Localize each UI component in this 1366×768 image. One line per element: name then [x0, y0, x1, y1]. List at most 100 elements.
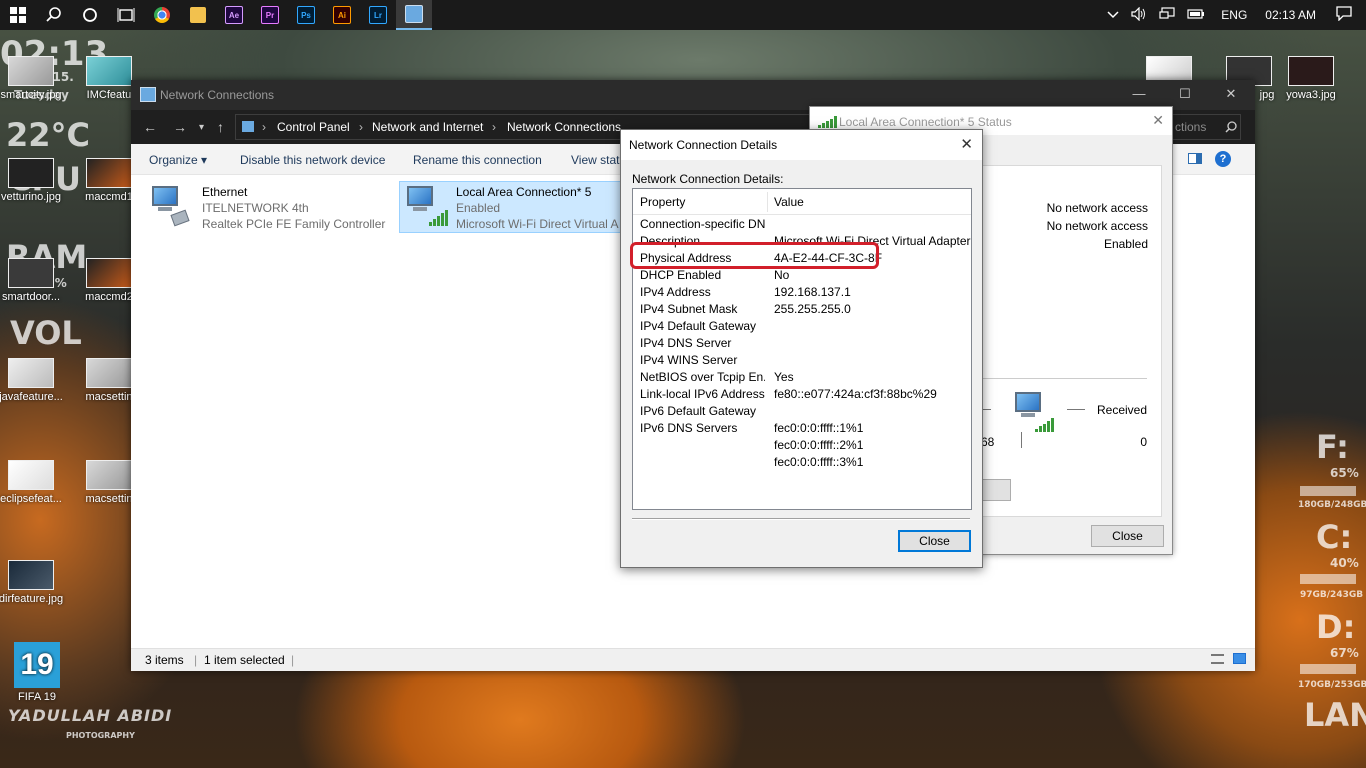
details-list[interactable]: Property Value Connection-specific DN...…	[632, 188, 972, 510]
fifa-icon: 19	[14, 642, 60, 688]
list-item[interactable]: fec0:0:0:ffff::2%1	[633, 436, 971, 453]
dialog-titlebar[interactable]: Network Connection Details ✕	[621, 130, 982, 160]
recent-dropdown-button[interactable]: ▾	[199, 122, 204, 133]
close-button[interactable]: ✕	[1152, 112, 1164, 129]
property-value: 192.168.137.1	[774, 285, 851, 299]
task-view-button[interactable]	[108, 0, 144, 30]
breadcrumb-network-connections[interactable]: Network Connections	[507, 120, 621, 134]
change-view-icon[interactable]	[1188, 153, 1202, 164]
f-drive-meter	[1300, 486, 1356, 496]
help-icon[interactable]: ?	[1215, 151, 1231, 167]
d-drive-meter	[1300, 664, 1356, 674]
connection-ethernet[interactable]: Ethernet ITELNETWORK 4th Realtek PCIe FE…	[148, 184, 398, 234]
maximize-button[interactable]: ☐	[1175, 86, 1195, 102]
control-panel-icon	[140, 87, 156, 102]
list-item[interactable]: fec0:0:0:ffff::3%1	[633, 453, 971, 470]
back-button[interactable]: ←	[143, 119, 157, 135]
taskbar-app-premiere[interactable]: Pr	[252, 0, 288, 30]
property-name: IPv4 Default Gateway	[640, 319, 757, 333]
desktop-icon-fifa19[interactable]: 19 FIFA 19	[2, 642, 72, 703]
details-view-icon[interactable]	[1211, 654, 1224, 664]
taskbar-app-illustrator[interactable]: Ai	[324, 0, 360, 30]
temperature-widget: 22°C	[6, 116, 91, 154]
desktop-icon-javafeature[interactable]: javafeature...	[0, 358, 66, 403]
rename-connection-button[interactable]: Rename this connection	[413, 153, 542, 167]
tiles-view-icon[interactable]	[1233, 653, 1246, 664]
control-panel-icon	[405, 5, 423, 23]
connection-local-area-5[interactable]: Local Area Connection* 5 Enabled Microso…	[399, 181, 621, 233]
image-thumbnail	[86, 158, 132, 188]
desktop-icon-label: smartcity.jpg	[0, 89, 62, 101]
taskbar-app-photoshop[interactable]: Ps	[288, 0, 324, 30]
search-button[interactable]	[36, 0, 72, 30]
media-state: Enabled	[1103, 237, 1148, 251]
list-item[interactable]: IPv6 Default Gateway	[633, 402, 971, 419]
breadcrumb-control-panel[interactable]: Control Panel	[277, 120, 350, 134]
property-value: 255.255.255.0	[774, 302, 851, 316]
lan-widget: LAN	[1304, 696, 1366, 734]
desktop-icon-label: macsettin	[85, 391, 133, 403]
network-icon[interactable]	[1153, 6, 1181, 24]
ipv4-connectivity: No network access	[1046, 201, 1148, 215]
desktop-icon-eclipsefeature[interactable]: eclipsefeat...	[0, 460, 66, 505]
battery-icon[interactable]	[1181, 8, 1211, 23]
cortana-button[interactable]	[72, 0, 108, 30]
chevron-up-icon[interactable]	[1101, 8, 1125, 22]
status-divider: |	[194, 653, 198, 667]
search-icon	[1225, 121, 1237, 133]
c-drive-size: 97GB/243GB	[1300, 590, 1364, 600]
bytes-divider	[1021, 432, 1022, 448]
breadcrumb-network-and-internet[interactable]: Network and Internet	[372, 120, 483, 134]
desktop-icon-smartcity[interactable]: smartcity.jpg	[0, 56, 66, 101]
property-value: Yes	[774, 370, 794, 384]
photographer-sub: PHOTOGRAPHY	[66, 731, 135, 740]
list-item[interactable]: NetBIOS over Tcpip En... Yes	[633, 368, 971, 385]
clock[interactable]: 02:13 AM	[1257, 8, 1330, 22]
taskbar-app-chrome[interactable]	[144, 0, 180, 30]
property-name: IPv4 Address	[640, 285, 711, 299]
list-item[interactable]: IPv4 DNS Server	[633, 334, 971, 351]
taskbar-app-after-effects[interactable]: Ae	[216, 0, 252, 30]
properties-button-partial[interactable]	[981, 479, 1011, 501]
list-item[interactable]: IPv4 Subnet Mask 255.255.255.0	[633, 300, 971, 317]
notification-icon[interactable]	[1330, 6, 1366, 24]
close-button[interactable]: ✕	[1221, 86, 1241, 102]
view-status-button[interactable]: View statu	[571, 153, 626, 167]
list-item[interactable]: IPv6 DNS Servers fec0:0:0:ffff::1%1	[633, 419, 971, 436]
list-item[interactable]: Link-local IPv6 Address fe80::e077:424a:c…	[633, 385, 971, 402]
desktop-icon-smartdoor[interactable]: smartdoor...	[0, 258, 66, 303]
taskbar-app-control-panel[interactable]	[396, 0, 432, 30]
column-header-property[interactable]: Property	[640, 195, 685, 209]
c-drive-widget: C:	[1316, 518, 1353, 556]
forward-button[interactable]: →	[173, 119, 187, 135]
desktop-icon-yowa3[interactable]: yowa3.jpg	[1276, 56, 1346, 101]
up-button[interactable]: ↑	[217, 119, 224, 135]
start-button[interactable]	[0, 0, 36, 30]
image-thumbnail	[86, 258, 132, 288]
list-item[interactable]: IPv4 Address 192.168.137.1	[633, 283, 971, 300]
language-indicator[interactable]: ENG	[1211, 8, 1257, 22]
received-label: Received	[1097, 403, 1148, 417]
column-header-value[interactable]: Value	[774, 195, 804, 209]
close-button[interactable]: Close	[1091, 525, 1164, 547]
taskbar-app-lightroom[interactable]: Lr	[360, 0, 396, 30]
dialog-title: Local Area Connection* 5 Status	[839, 115, 1012, 129]
photographer-watermark: YADULLAH ABIDI	[8, 706, 173, 725]
list-item[interactable]: IPv4 WINS Server	[633, 351, 971, 368]
close-button[interactable]: Close	[898, 530, 971, 552]
desktop-icon-vetturino[interactable]: vetturino.jpg	[0, 158, 66, 203]
list-item[interactable]: Connection-specific DN...	[633, 215, 971, 232]
minimize-button[interactable]: —	[1129, 86, 1149, 101]
organize-menu[interactable]: Organize ▾	[149, 153, 207, 167]
column-divider[interactable]	[767, 192, 768, 212]
volume-icon[interactable]	[1125, 6, 1153, 24]
close-button[interactable]: ✕	[960, 135, 973, 153]
after-effects-icon: Ae	[225, 6, 243, 24]
taskbar-app-file-explorer[interactable]	[180, 0, 216, 30]
property-name: IPv4 Subnet Mask	[640, 302, 738, 316]
disable-device-button[interactable]: Disable this network device	[240, 153, 385, 167]
window-title: Network Connections	[160, 88, 275, 102]
list-item[interactable]: IPv4 Default Gateway	[633, 317, 971, 334]
desktop-icon-dirfeature[interactable]: dirfeature.jpg	[0, 560, 66, 605]
image-thumbnail	[8, 358, 54, 388]
